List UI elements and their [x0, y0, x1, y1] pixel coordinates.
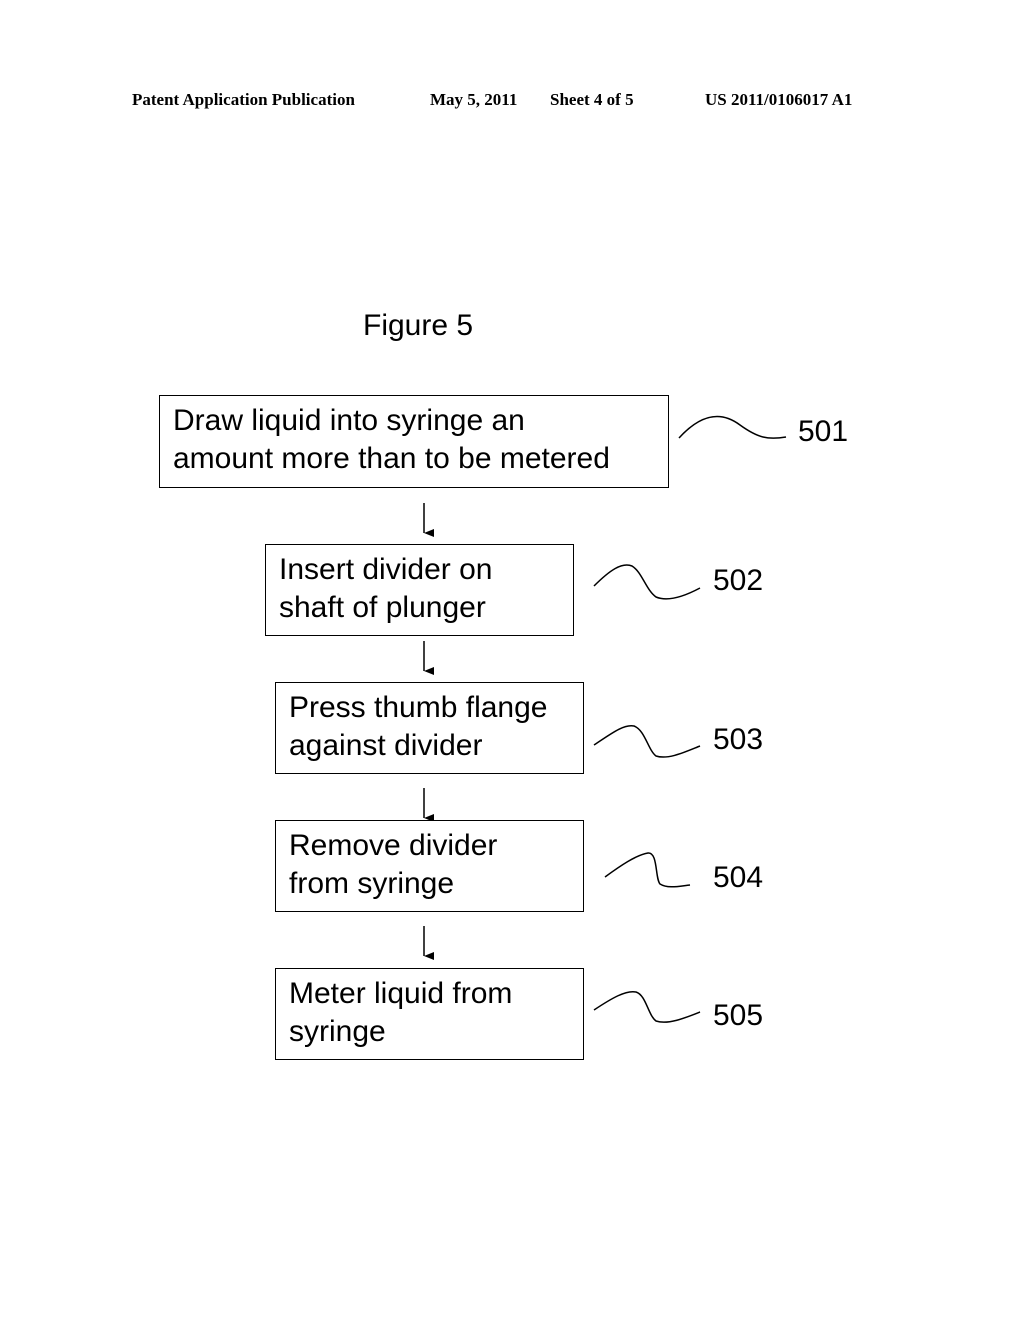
leader-line-505: [593, 990, 701, 1023]
flow-step-503: Press thumb flange against divider: [275, 682, 584, 774]
step-line-1: Insert divider on: [279, 553, 493, 586]
leader-line-502: [593, 564, 701, 600]
step-line-2: from syringe: [289, 867, 455, 900]
reference-numeral-504: 504: [713, 861, 764, 894]
step-line-2: against divider: [289, 729, 483, 762]
leader-line-501: [678, 415, 787, 439]
reference-numeral-501: 501: [798, 415, 849, 448]
flow-step-501: Draw liquid into syringe an amount more …: [159, 395, 669, 488]
step-text: Draw liquid into syringe an amount more …: [173, 402, 610, 478]
leader-line-504: [604, 852, 691, 888]
step-line-1: Remove divider: [289, 829, 498, 862]
step-line-2: shaft of plunger: [279, 591, 486, 624]
flow-step-502: Insert divider on shaft of plunger: [265, 544, 574, 636]
step-line-1: Draw liquid into syringe an: [173, 404, 525, 437]
step-line-2: syringe: [289, 1015, 386, 1048]
step-text: Meter liquid from syringe: [289, 975, 512, 1051]
flow-step-505: Meter liquid from syringe: [275, 968, 584, 1060]
reference-numeral-505: 505: [713, 999, 764, 1032]
flow-step-504: Remove divider from syringe: [275, 820, 584, 912]
step-line-2: amount more than to be metered: [173, 442, 610, 475]
reference-numeral-503: 503: [713, 723, 764, 756]
reference-numeral-502: 502: [713, 564, 764, 597]
step-text: Remove divider from syringe: [289, 827, 497, 903]
step-text: Insert divider on shaft of plunger: [279, 551, 492, 627]
connectors-layer: [423, 415, 787, 1023]
step-text: Press thumb flange against divider: [289, 689, 547, 765]
leader-line-503: [593, 725, 701, 758]
step-line-1: Meter liquid from: [289, 977, 513, 1010]
step-line-1: Press thumb flange: [289, 691, 548, 724]
